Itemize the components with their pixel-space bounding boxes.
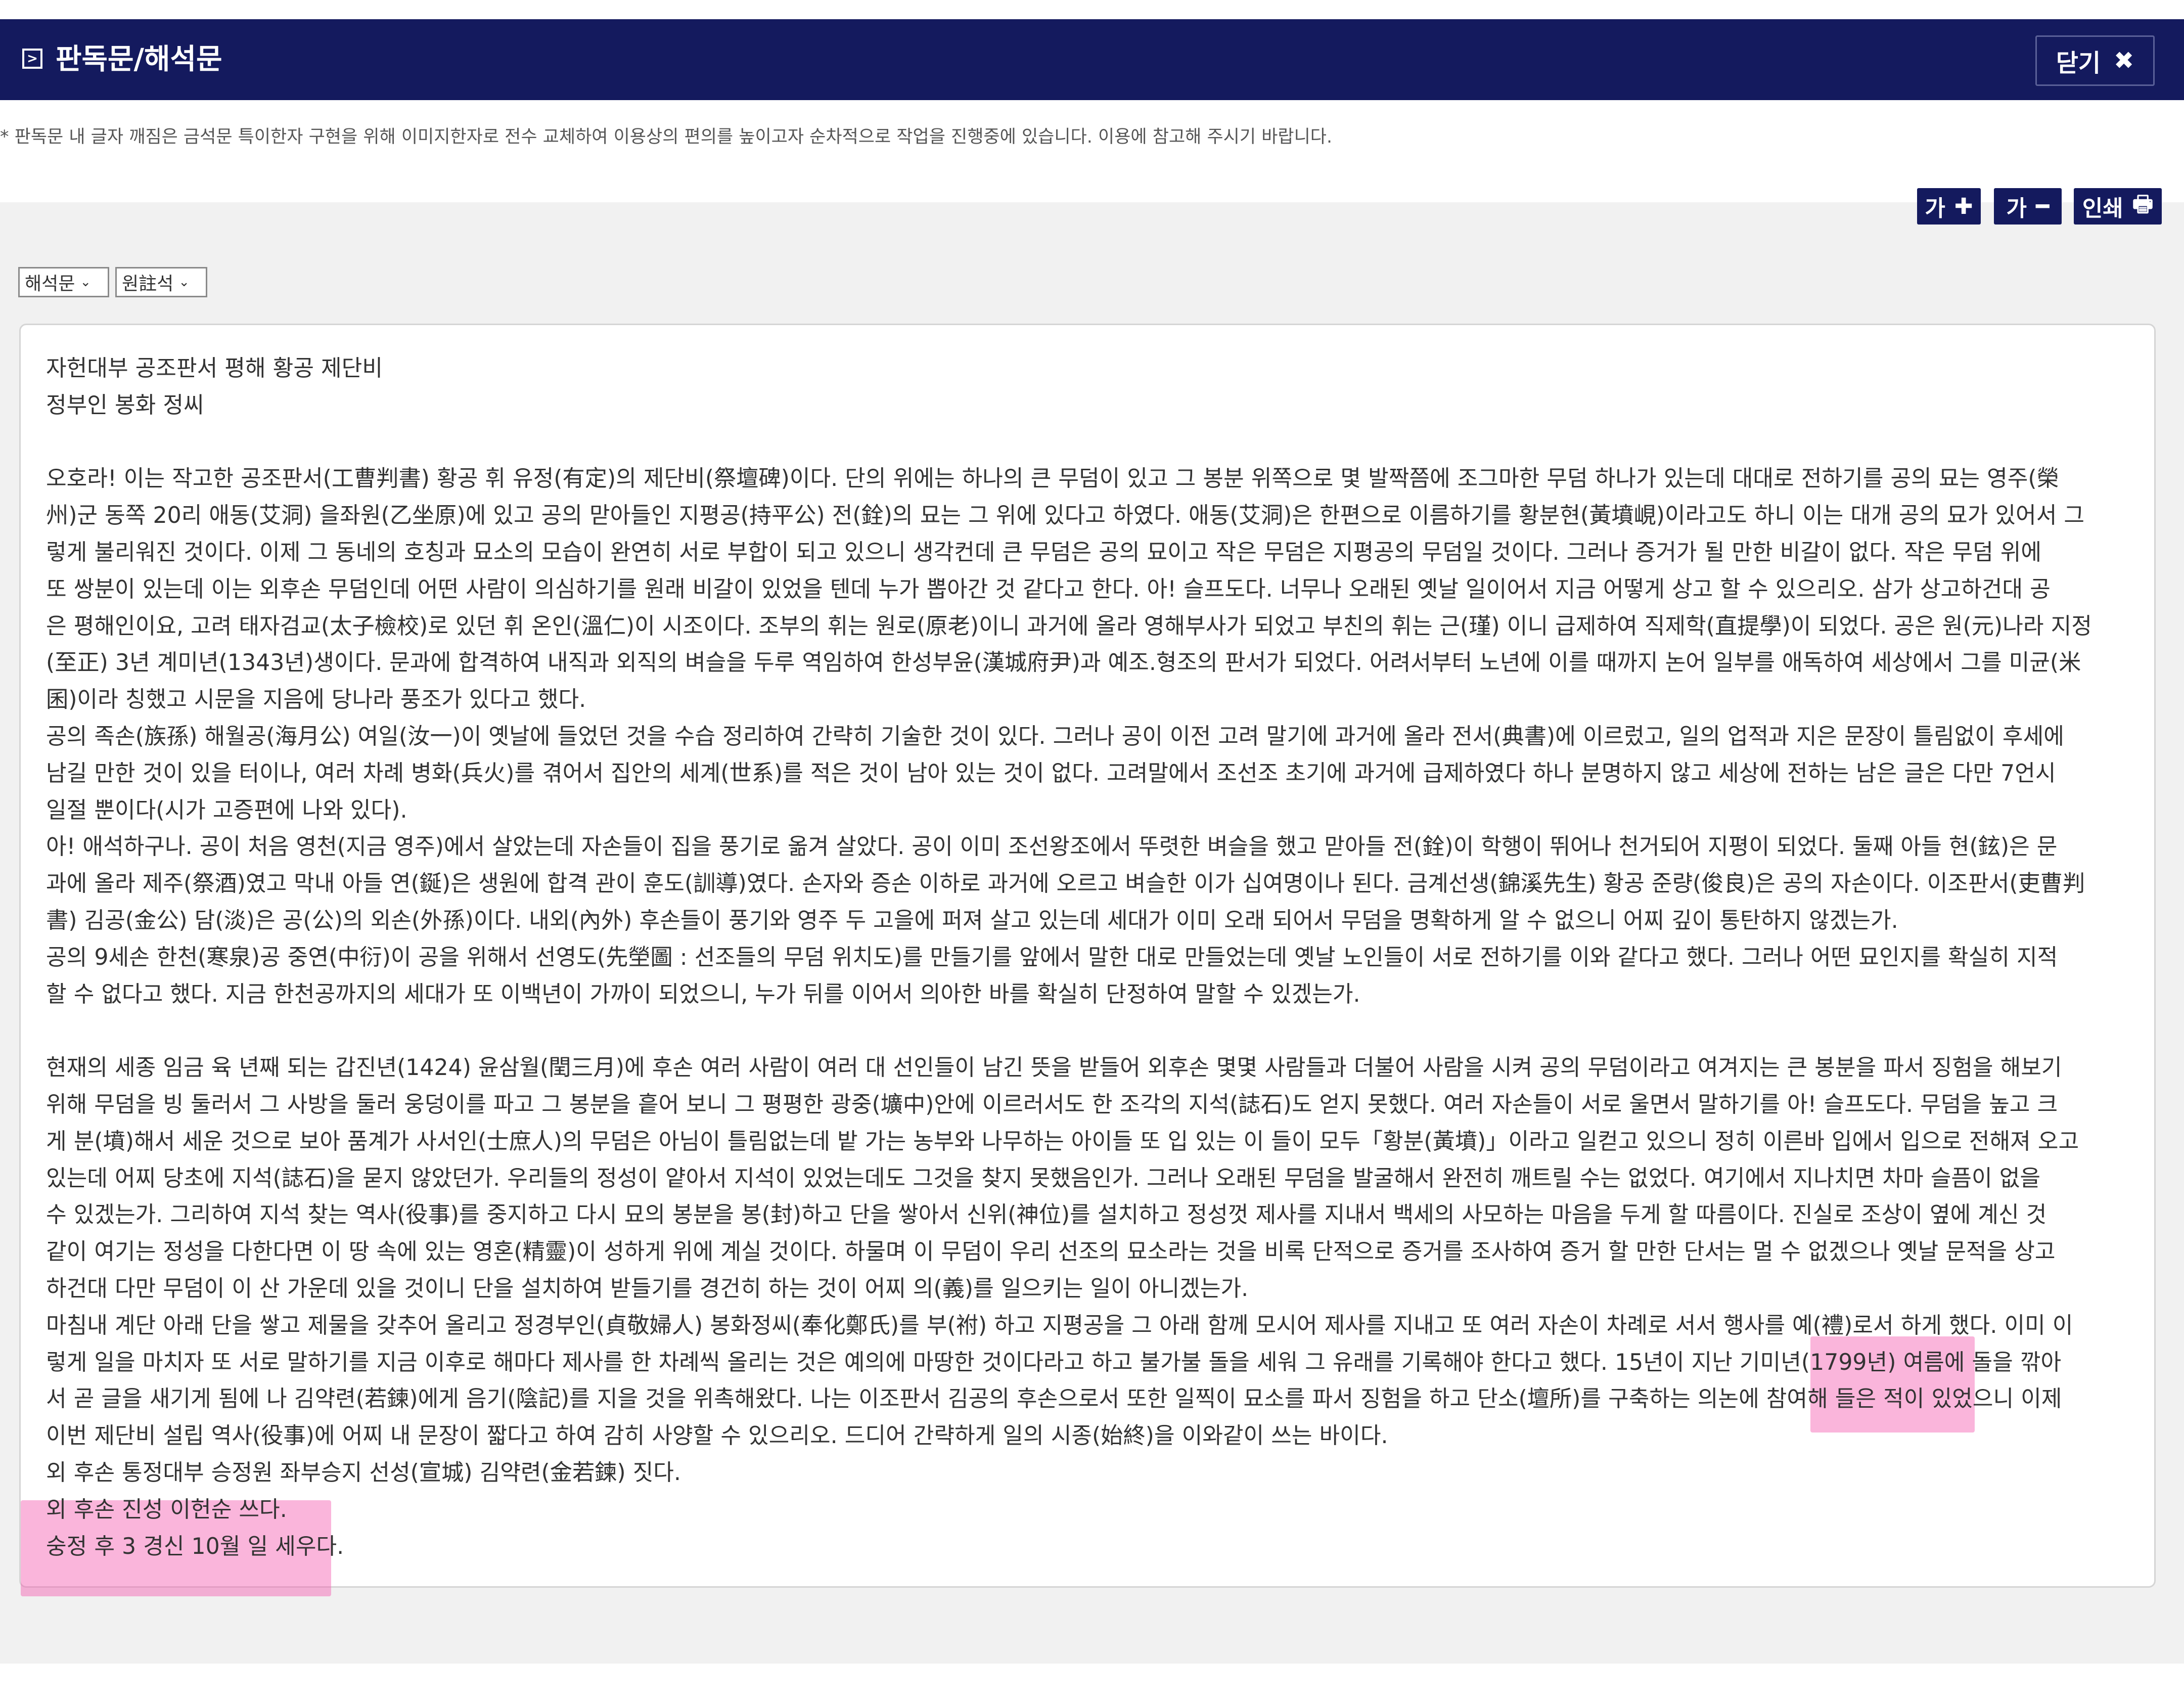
- printer-icon: 🖶: [2132, 191, 2154, 217]
- text-line: 있는데 어찌 당초에 지석(誌石)을 묻지 않았던가. 우리들의 정성이 얕아서…: [46, 1165, 2040, 1191]
- font-decrease-label: 가: [2006, 196, 2027, 221]
- minus-icon: ━: [2035, 193, 2050, 219]
- text-line: 공의 9세손 한천(寒泉)공 중연(中衍)이 공을 위해서 선영도(先塋圖 : …: [46, 944, 2058, 970]
- notes-select[interactable]: 원註석 ⌄: [115, 267, 207, 297]
- text-line: 아! 애석하구나. 공이 처음 영천(지금 영주)에서 살았는데 자손들이 집을…: [46, 834, 2058, 860]
- text-line: (至正) 3년 계미년(1343년)생이다. 문과에 합격하여 내직과 외직의 …: [46, 650, 2081, 676]
- text-line: 이번 제단비 설립 역사(役事)에 어찌 내 문장이 짧다고 하여 감히 사양할…: [46, 1423, 1388, 1449]
- print-button[interactable]: 인쇄 🖶: [2074, 188, 2162, 225]
- text-line: 書) 김공(金公) 담(淡)은 공(公)의 외손(外孫)이다. 내외(內外) 후…: [46, 907, 1898, 933]
- header-bar: > 판독문/해석문 닫기 ✖: [0, 19, 2184, 100]
- text-line: 게 분(墳)해서 세운 것으로 보아 품계가 사서인(士庶人)의 무덤은 아님이…: [46, 1128, 2079, 1154]
- text-line: 외 후손 통정대부 승정원 좌부승지 선성(宣城) 김약련(金若鍊) 짓다.: [46, 1459, 681, 1486]
- text-line: 마침내 계단 아래 단을 쌓고 제물을 갖추어 올리고 정경부인(貞敬婦人) 봉…: [46, 1312, 2073, 1338]
- text-line: 囷)이라 칭했고 시문을 지음에 당나라 풍조가 있다고 했다.: [46, 687, 586, 713]
- text-type-value: 해석문: [25, 274, 75, 294]
- expand-icon: >: [22, 49, 42, 69]
- font-decrease-button[interactable]: 가 ━: [1994, 188, 2062, 225]
- text-line: 자헌대부 공조판서 평해 황공 제단비: [46, 355, 383, 381]
- text-line: 은 평해인이요, 고려 태자검교(太子檢校)로 있던 휘 온인(溫仁)이 시조이…: [46, 613, 2092, 639]
- text-line: 남길 만한 것이 있을 터이나, 여러 차례 병화(兵火)를 겪어서 집안의 세…: [46, 760, 2056, 786]
- page-title: 판독문/해석문: [56, 43, 222, 76]
- close-icon: ✖: [2114, 47, 2134, 75]
- text-line: 공의 족손(族孫) 해월공(海月公) 여일(汝一)이 옛날에 들었던 것을 수습…: [46, 723, 2064, 749]
- text-line: [46, 424, 2169, 461]
- text-line: 숭정 후 3 경신 10월 일 세우다.: [46, 1533, 344, 1559]
- text-line: 렇게 불리워진 것이다. 이제 그 동네의 호칭과 묘소의 모습이 완연히 서로…: [46, 539, 2042, 565]
- chevron-down-icon: ⌄: [80, 275, 92, 290]
- text-line: 같이 여기는 정성을 다한다면 이 땅 속에 있는 영혼(精靈)이 성하게 위에…: [46, 1239, 2056, 1265]
- text-line: 할 수 없다고 했다. 지금 한천공까지의 세대가 또 이백년이 가까이 되었으…: [46, 981, 1360, 1007]
- text-line: 州)군 동쪽 20리 애동(艾洞) 을좌원(乙坐原)에 있고 공의 맏아들인 지…: [46, 503, 2085, 529]
- text-line: 수 있겠는가. 그리하여 지석 찾는 역사(役事)를 중지하고 다시 묘의 봉분…: [46, 1202, 2047, 1228]
- text-line: 오호라! 이는 작고한 공조판서(工曹判書) 황공 휘 유정(有定)의 제단비(…: [46, 466, 2059, 492]
- text-line: 위해 무덤을 빙 둘러서 그 사방을 둘러 웅덩이를 파고 그 봉분을 흩어 보…: [46, 1091, 2058, 1117]
- text-line: 렇게 일을 마치자 또 서로 말하기를 지금 이후로 해마다 제사를 한 차례씩…: [46, 1349, 2062, 1375]
- chevron-down-icon: ⌄: [178, 275, 190, 290]
- body-text: 자헌대부 공조판서 평해 황공 제단비정부인 봉화 정씨 오호라! 이는 작고한…: [46, 350, 2169, 1565]
- text-line: [46, 1013, 2169, 1050]
- font-increase-button[interactable]: 가 ✚: [1917, 188, 1981, 225]
- text-line: 외 후손 진성 이헌순 쓰다.: [46, 1496, 287, 1523]
- text-line: 과에 올라 제주(祭酒)였고 막내 아들 연(鋋)은 생원에 합격 관이 훈도(…: [46, 871, 2085, 897]
- font-increase-label: 가: [1925, 196, 1945, 221]
- text-line: 또 쌍분이 있는데 이는 외후손 무덤인데 어떤 사람이 의심하기를 원래 비갈…: [46, 576, 2051, 602]
- text-type-select[interactable]: 해석문 ⌄: [18, 267, 109, 297]
- plus-icon: ✚: [1954, 193, 1973, 219]
- text-line: 현재의 세종 임금 육 년째 되는 갑진년(1424) 윤삼월(閏三月)에 후손…: [46, 1055, 2062, 1081]
- content-box: 자헌대부 공조판서 평해 황공 제단비정부인 봉화 정씨 오호라! 이는 작고한…: [19, 324, 2156, 1596]
- print-label: 인쇄: [2082, 196, 2123, 221]
- close-label: 닫기: [2056, 49, 2101, 77]
- notes-value: 원註석: [122, 274, 174, 294]
- text-line: 일절 뿐이다(시가 고증편에 나와 있다).: [46, 797, 407, 823]
- text-line: 정부인 봉화 정씨: [46, 392, 204, 418]
- close-button[interactable]: 닫기 ✖: [2035, 35, 2155, 86]
- text-line: 서 곧 글을 새기게 됨에 나 김약련(若鍊)에게 음기(陰記)를 지을 것을 …: [46, 1386, 2062, 1412]
- text-line: 하건대 다만 무덤이 이 산 가운데 있을 것이니 단을 설치하여 받들기를 경…: [46, 1275, 1249, 1302]
- notice-text: * 판독문 내 글자 깨짐은 금석문 특이한자 구현을 위해 이미지한자로 전수…: [0, 127, 1333, 147]
